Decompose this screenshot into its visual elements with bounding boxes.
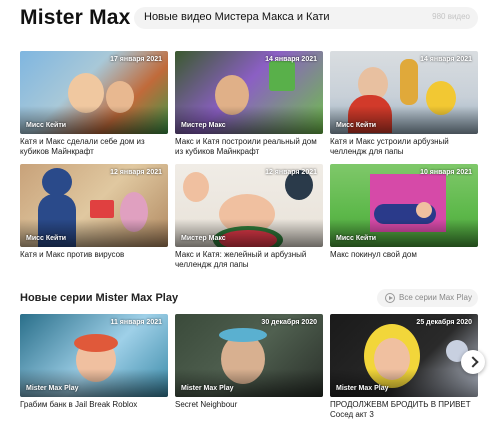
video-title[interactable]: Secret Neighbour bbox=[175, 400, 323, 410]
video-date: 12 января 2021 bbox=[110, 169, 162, 176]
series-card[interactable]: 25 декабря 2020 Mister Max Play ПРОДОЛЖЕ… bbox=[330, 314, 478, 420]
channel-label: Mister Max Play bbox=[181, 385, 234, 392]
all-series-label: Все серии Max Play bbox=[399, 293, 472, 302]
video-date: 11 января 2021 bbox=[110, 319, 162, 326]
video-card[interactable]: 14 января 2021 Мистер Макс Макс и Катя п… bbox=[175, 51, 323, 157]
video-title[interactable]: Макс покинул свой дом bbox=[330, 250, 478, 260]
video-title[interactable]: Катя и Макс сделали себе дом из кубиков … bbox=[20, 137, 168, 157]
channel-label: Мистер Макс bbox=[181, 122, 226, 129]
channel-label: Mister Max Play bbox=[336, 385, 389, 392]
series-thumbnail[interactable]: 25 декабря 2020 Mister Max Play bbox=[330, 314, 478, 397]
channel-label: Mister Max Play bbox=[26, 385, 79, 392]
video-title[interactable]: Катя и Макс против вирусов bbox=[20, 250, 168, 260]
series-card[interactable]: 30 декабря 2020 Mister Max Play Secret N… bbox=[175, 314, 323, 410]
video-thumbnail[interactable]: 17 января 2021 Мисс Кейти bbox=[20, 51, 168, 134]
channel-label: Мисс Кейти bbox=[336, 122, 377, 129]
header: Mister Max Новые видео Мистера Макса и К… bbox=[0, 0, 490, 38]
video-title[interactable]: Макс и Катя: желейный и арбузный челленд… bbox=[175, 250, 323, 270]
video-date: 17 января 2021 bbox=[110, 56, 162, 63]
video-date: 10 января 2021 bbox=[420, 169, 472, 176]
video-thumbnail[interactable]: 14 января 2021 Мисс Кейти bbox=[330, 51, 478, 134]
video-card[interactable]: 17 января 2021 Мисс Кейти Катя и Макс сд… bbox=[20, 51, 168, 157]
video-date: 12 января 2021 bbox=[265, 169, 317, 176]
video-thumbnail[interactable]: 12 января 2021 Мистер Макс bbox=[175, 164, 323, 247]
all-series-button[interactable]: Все серии Max Play bbox=[377, 289, 478, 307]
video-title[interactable]: Макс и Катя построили реальный дом из ку… bbox=[175, 137, 323, 157]
chevron-right-icon[interactable] bbox=[461, 350, 485, 374]
series-thumbnail[interactable]: 11 января 2021 Mister Max Play bbox=[20, 314, 168, 397]
video-title[interactable]: ПРОДОЛЖЕВМ БРОДИТЬ В ПРИВЕТ Сосед акт 3 bbox=[330, 400, 478, 420]
channel-label: Мисс Кейти bbox=[336, 235, 377, 242]
video-card[interactable]: 14 января 2021 Мисс Кейти Катя и Макс ус… bbox=[330, 51, 478, 157]
video-title[interactable]: Грабим банк в Jail Break Roblox bbox=[20, 400, 168, 410]
video-date: 25 декабря 2020 bbox=[416, 319, 472, 326]
series-card[interactable]: 11 января 2021 Mister Max Play Грабим ба… bbox=[20, 314, 168, 410]
channel-label: Мисс Кейти bbox=[26, 235, 67, 242]
video-card[interactable]: 12 января 2021 Мистер Макс Макс и Катя: … bbox=[175, 164, 323, 270]
channel-label: Мистер Макс bbox=[181, 235, 226, 242]
video-date: 30 декабря 2020 bbox=[261, 319, 317, 326]
search-bar[interactable]: Новые видео Мистера Макса и Кати 980 вид… bbox=[134, 7, 478, 29]
section-title: Новые серии Mister Max Play bbox=[20, 292, 179, 304]
site-logo[interactable]: Mister Max bbox=[20, 6, 131, 30]
play-circle-icon bbox=[385, 293, 395, 303]
video-thumbnail[interactable]: 12 января 2021 Мисс Кейти bbox=[20, 164, 168, 247]
video-card[interactable]: 10 января 2021 Мисс Кейти Макс покинул с… bbox=[330, 164, 478, 260]
video-card[interactable]: 12 января 2021 Мисс Кейти Катя и Макс пр… bbox=[20, 164, 168, 260]
video-date: 14 января 2021 bbox=[420, 56, 472, 63]
main-content: 17 января 2021 Мисс Кейти Катя и Макс сд… bbox=[0, 38, 490, 441]
series-thumbnail[interactable]: 30 декабря 2020 Mister Max Play bbox=[175, 314, 323, 397]
video-thumbnail[interactable]: 10 января 2021 Мисс Кейти bbox=[330, 164, 478, 247]
search-text: Новые видео Мистера Макса и Кати bbox=[144, 11, 330, 23]
channel-label: Мисс Кейти bbox=[26, 122, 67, 129]
video-title[interactable]: Катя и Макс устроили арбузный челлендж д… bbox=[330, 137, 478, 157]
video-count: 980 видео bbox=[432, 12, 470, 21]
video-date: 14 января 2021 bbox=[265, 56, 317, 63]
video-thumbnail[interactable]: 14 января 2021 Мистер Макс bbox=[175, 51, 323, 134]
